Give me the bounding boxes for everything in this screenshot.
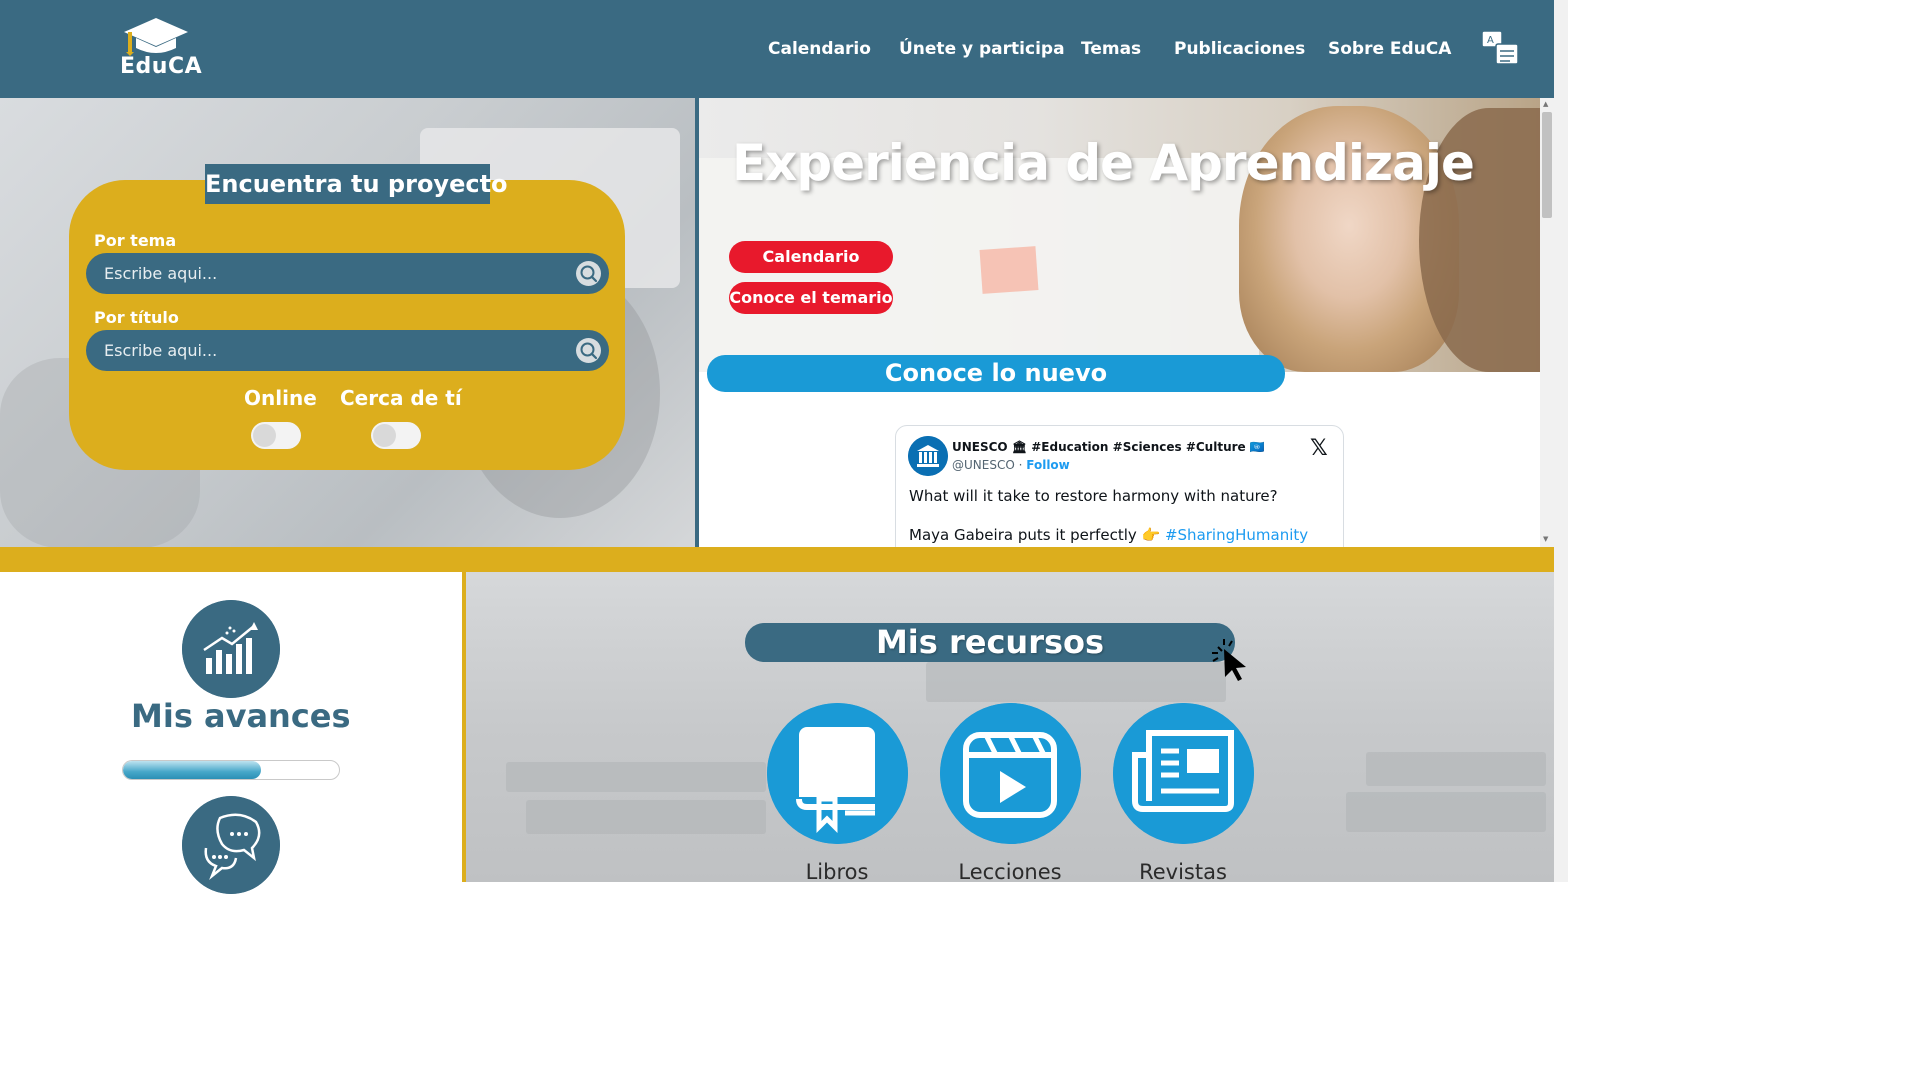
click-cursor-icon bbox=[1212, 639, 1246, 681]
inner-scrollbar-thumb[interactable] bbox=[1542, 112, 1552, 218]
resource-label-books[interactable]: Libros bbox=[757, 860, 917, 884]
title-search-input[interactable] bbox=[104, 330, 564, 371]
nav-calendario[interactable]: Calendario bbox=[768, 39, 871, 59]
search-icon[interactable] bbox=[576, 261, 601, 286]
unesco-avatar-icon[interactable] bbox=[908, 436, 948, 476]
calendar-button[interactable]: Calendario bbox=[729, 241, 893, 273]
logo-text[interactable]: EduCA bbox=[120, 54, 202, 79]
hero-title: Experiencia de Aprendizaje bbox=[732, 134, 1475, 192]
tweet-text-line2: Maya Gabeira puts it perfectly 👉 #Sharin… bbox=[909, 526, 1308, 544]
topic-search-input[interactable] bbox=[104, 253, 564, 294]
title-search-box bbox=[86, 330, 609, 371]
nav-publicaciones[interactable]: Publicaciones bbox=[1174, 39, 1305, 59]
video-lesson-icon[interactable] bbox=[940, 703, 1081, 844]
resources-title: Mis recursos bbox=[745, 623, 1235, 662]
page-scrollbar[interactable] bbox=[1554, 0, 1568, 882]
nav-temas[interactable]: Temas bbox=[1081, 39, 1141, 59]
tweet-text-line1: What will it take to restore harmony wit… bbox=[909, 487, 1278, 505]
tweet-author-name[interactable]: UNESCO 🏛 #Education #Sciences #Culture 🇺… bbox=[952, 440, 1265, 454]
scroll-up-arrow-icon[interactable]: ▲ bbox=[1543, 100, 1548, 108]
topic-label: Por tema bbox=[94, 231, 177, 250]
scroll-down-arrow-icon[interactable]: ▼ bbox=[1543, 535, 1548, 543]
embedded-tweet[interactable]: UNESCO 🏛 #Education #Sciences #Culture 🇺… bbox=[895, 425, 1344, 565]
progress-bar-fill bbox=[123, 761, 262, 779]
progress-title: Mis avances bbox=[131, 697, 351, 735]
toggle-near[interactable] bbox=[371, 422, 421, 449]
nav-sobre-educa[interactable]: Sobre EduCA bbox=[1328, 39, 1451, 59]
syllabus-button[interactable]: Conoce el temario bbox=[729, 282, 893, 314]
progress-bar bbox=[122, 760, 340, 780]
news-section-title: Conoce lo nuevo bbox=[707, 355, 1285, 392]
newspaper-icon[interactable] bbox=[1113, 703, 1254, 844]
title-label: Por título bbox=[94, 308, 179, 327]
chat-bubbles-icon[interactable] bbox=[182, 796, 280, 894]
x-logo-icon[interactable]: 𝕏 bbox=[1310, 436, 1328, 461]
tweet-follow-link[interactable]: Follow bbox=[1026, 458, 1070, 472]
project-search-title: Encuentra tu proyecto bbox=[205, 164, 508, 204]
tweet-text-body: Maya Gabeira puts it perfectly 👉 bbox=[909, 526, 1161, 544]
svg-text:A: A bbox=[1487, 35, 1494, 46]
search-icon[interactable] bbox=[576, 338, 601, 363]
toggle-near-label: Cerca de tí bbox=[340, 386, 462, 410]
toggle-online-label: Online bbox=[244, 386, 317, 410]
tweet-hashtag-link[interactable]: #SharingHumanity bbox=[1165, 526, 1308, 544]
topic-search-box bbox=[86, 253, 609, 294]
yellow-divider-band bbox=[0, 547, 1554, 572]
resource-label-lessons[interactable]: Lecciones bbox=[930, 860, 1090, 884]
tweet-handle-line: @UNESCO · Follow bbox=[952, 458, 1070, 472]
nav-unete-y-participa[interactable]: Únete y participa bbox=[899, 39, 1065, 59]
growth-chart-icon[interactable] bbox=[182, 600, 280, 698]
translate-icon[interactable]: A bbox=[1480, 28, 1522, 70]
tweet-handle[interactable]: @UNESCO bbox=[952, 458, 1015, 472]
book-icon[interactable] bbox=[767, 703, 908, 844]
resource-label-magazines[interactable]: Revistas bbox=[1103, 860, 1263, 884]
toggle-online[interactable] bbox=[251, 422, 301, 449]
